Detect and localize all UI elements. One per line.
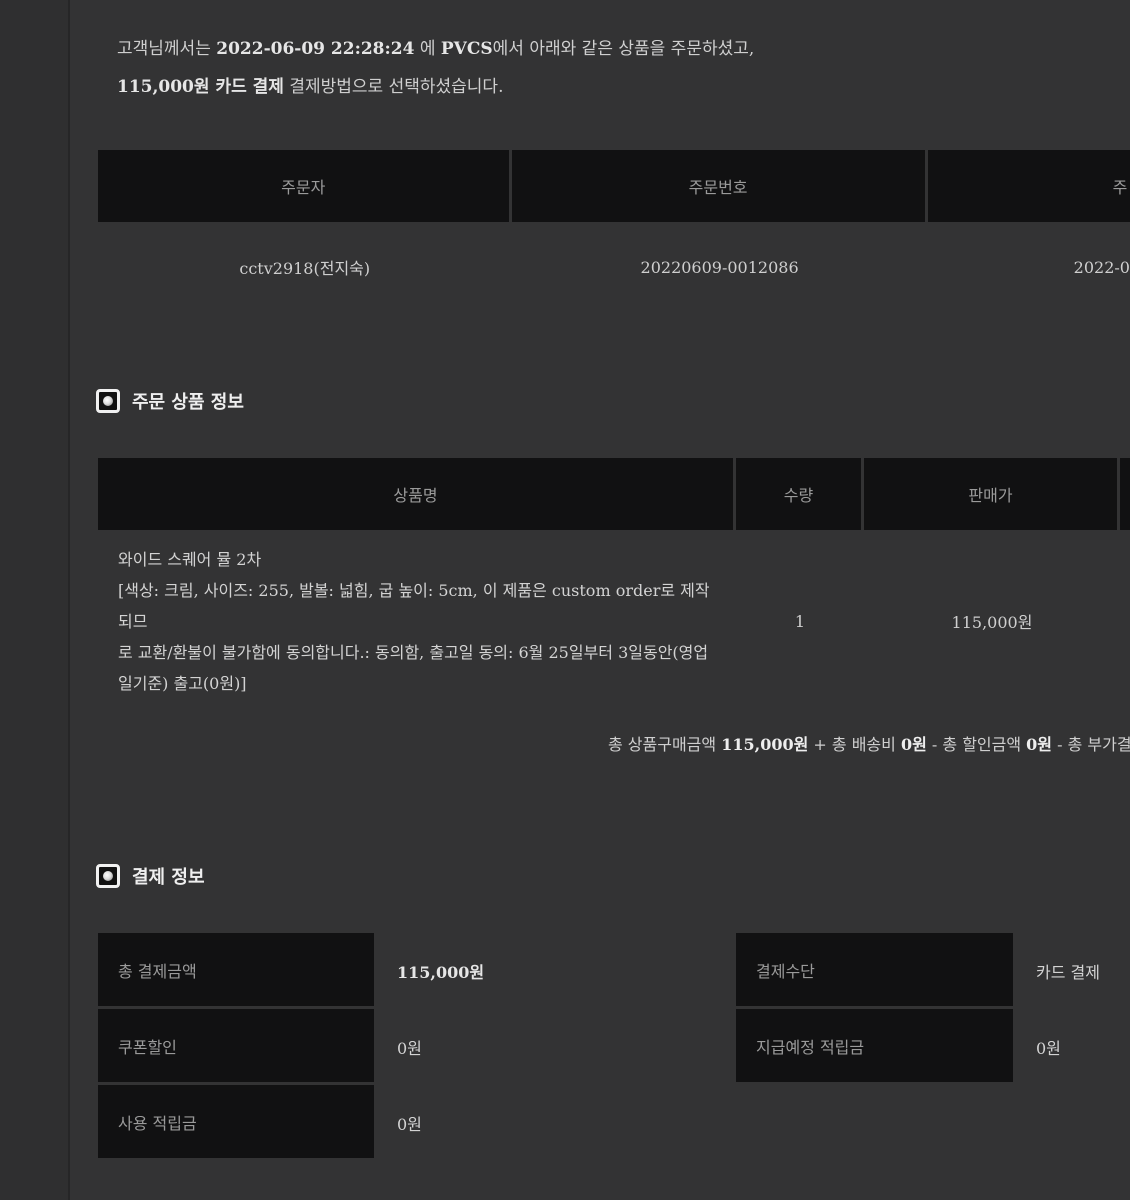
order-date-value: 2022-0 [1073, 257, 1130, 277]
order-summary-table: 주문자 주문번호 주 cctv2918(전지숙) 20220609-001208… [98, 150, 1130, 309]
product-option-line: 일기준) 출고(0원)] [118, 673, 247, 693]
order-total-summary: 총 상품구매금액 115,000원 + 총 배송비 0원 - 총 할인금액 0원… [608, 731, 1130, 755]
quantity-header: 수량 [736, 458, 864, 533]
payment-amount-method: 115,000원 카드 결제 [117, 77, 284, 97]
coupon-discount-value: 0원 [397, 1039, 422, 1058]
order-date-header: 주 [927, 150, 1130, 225]
order-number-header: 주문번호 [511, 150, 928, 225]
intro-text: 결제방법으로 선택하셨습니다. [283, 77, 504, 97]
section-title-text: 주문 상품 정보 [132, 392, 244, 413]
summary-shipping: 0원 [900, 735, 927, 754]
summary-label: 총 상품구매금액 [608, 735, 722, 754]
summary-product-total: 115,000원 [721, 735, 809, 754]
price-cell: 115,000원 [951, 613, 1033, 632]
payment-info-left-table: 총 결제금액 115,000원 쿠폰할인 0원 사용 적립금 0원 [98, 933, 716, 1161]
summary-label: + 총 배송비 [808, 735, 901, 754]
intro-text: 에 [414, 39, 441, 59]
order-intro-message: 고객님께서는 2022-06-09 22:28:24 에 PVCS에서 아래와 … [117, 30, 754, 106]
used-points-value: 0원 [397, 1115, 422, 1134]
intro-text: 고객님께서는 [117, 39, 217, 59]
payment-method-label: 결제수단 [736, 933, 1016, 1009]
header-extra [1120, 458, 1130, 533]
radio-target-icon [96, 389, 120, 413]
orderer-header: 주문자 [98, 150, 512, 225]
radio-target-icon [96, 864, 120, 888]
total-payment-label: 총 결제금액 [98, 933, 377, 1009]
table-row: 와이드 스퀘어 뮬 2차 [색상: 크림, 사이즈: 255, 발볼: 넓힘, … [98, 533, 1130, 709]
extra-cell [1120, 533, 1130, 709]
summary-label: - 총 할인금액 [926, 735, 1027, 754]
quantity-cell: 1 [794, 611, 806, 631]
order-complete-page: 고객님께서는 2022-06-09 22:28:24 에 PVCS에서 아래와 … [0, 0, 1130, 1200]
product-name: 와이드 스퀘어 뮬 2차 [118, 549, 262, 569]
product-section-title: 주문 상품 정보 [96, 388, 244, 414]
coupon-discount-label: 쿠폰할인 [98, 1009, 377, 1085]
intro-text: 에서 아래와 같은 상품을 주문하셨고, [492, 39, 755, 59]
summary-label: - 총 부가결제금 [1057, 735, 1130, 754]
orderer-value: cctv2918(전지숙) [239, 259, 371, 278]
product-name-cell[interactable]: 와이드 스퀘어 뮬 2차 [색상: 크림, 사이즈: 255, 발볼: 넓힘, … [98, 533, 736, 709]
expected-points-label: 지급예정 적립금 [736, 1009, 1016, 1085]
ordered-products-table: 상품명 수량 판매가 와이드 스퀘어 뮬 2차 [색상: 크림, 사이즈: 25… [98, 458, 1130, 709]
product-name-header: 상품명 [98, 458, 736, 533]
order-datetime: 2022-06-09 22:28:24 [216, 39, 415, 59]
expected-points-value: 0원 [1036, 1039, 1061, 1058]
order-number-value: 20220609-0012086 [640, 257, 799, 277]
intro-line-1: 고객님께서는 2022-06-09 22:28:24 에 PVCS에서 아래와 … [117, 30, 754, 68]
payment-section-title: 결제 정보 [96, 863, 205, 889]
intro-line-2: 115,000원 카드 결제 결제방법으로 선택하셨습니다. [117, 68, 754, 106]
payment-info-right-table: 결제수단 카드 결제 지급예정 적립금 0원 [736, 933, 1130, 1085]
shop-name: PVCS [440, 39, 493, 59]
section-title-text: 결제 정보 [132, 867, 205, 888]
payment-method-value: 카드 결제 [1036, 963, 1100, 982]
product-option-line: 로 교환/환불이 불가함에 동의합니다.: 동의함, 출고일 동의: 6월 25… [118, 642, 709, 662]
product-option-line: [색상: 크림, 사이즈: 255, 발볼: 넓힘, 굽 높이: 5cm, 이 … [118, 580, 710, 631]
summary-discount: 0원 [1026, 735, 1053, 754]
price-header: 판매가 [864, 458, 1120, 533]
used-points-label: 사용 적립금 [98, 1085, 377, 1161]
total-payment-value: 115,000원 [397, 963, 485, 982]
